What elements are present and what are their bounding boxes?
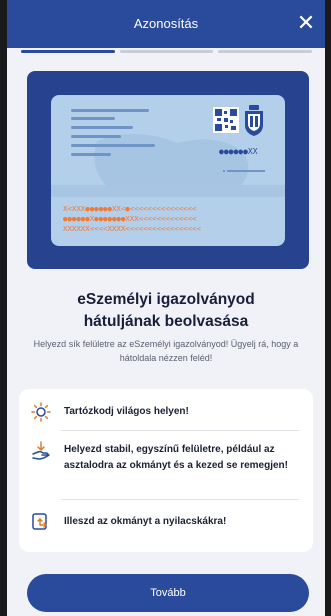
tip-text: Illeszd az okmányt a nyilacskákra! xyxy=(64,516,227,527)
mrz-line: ●●●●●●X●●●●●●●XXX<<<<<<<<<<<<< xyxy=(63,214,197,223)
tip-text: Helyezd stabil, egyszínű felületre, péld… xyxy=(64,444,288,471)
sun-icon xyxy=(31,402,51,422)
tip-item: Tartózkodj világos helyen! xyxy=(19,400,313,424)
card-text-line xyxy=(71,109,149,112)
card-dots xyxy=(227,170,265,172)
tip-item: Illeszd az okmányt a nyilacskákra! xyxy=(19,507,313,533)
divider xyxy=(61,430,299,431)
close-icon: ✕ xyxy=(296,10,316,35)
mrz-line: XXXXXX<<<<XXXX<<<<<<<<<<<<<<<<< xyxy=(63,224,201,233)
id-card-back-image: ●●●●●●XX X<XXX●●●●●●XX<●<<<<<<<<<<<<<<< … xyxy=(51,95,285,246)
card-text-line xyxy=(71,144,155,147)
card-text-line xyxy=(71,117,115,120)
progress-step-3 xyxy=(218,50,312,53)
card-number: ●●●●●●XX xyxy=(219,147,258,156)
progress-step-2 xyxy=(120,50,213,53)
heading-line-1: eSzemélyi igazolványod xyxy=(77,291,255,308)
phone-screen: Azonosítás ✕ ●●●●●●XX X<XXX●●●●●●XX<●<<<… xyxy=(7,0,325,616)
mrz-line: X<XXX●●●●●●XX<●<<<<<<<<<<<<<<< xyxy=(63,204,197,213)
hand-placing-icon xyxy=(31,441,51,461)
card-text-line xyxy=(71,126,133,129)
tip-item: Helyezd stabil, egyszínű felületre, péld… xyxy=(19,439,313,495)
page-heading: eSzemélyi igazolványod hátuljának beolva… xyxy=(7,289,325,333)
progress-step-1 xyxy=(21,50,115,53)
card-text-line xyxy=(71,153,111,156)
page-title: Azonosítás xyxy=(133,16,199,31)
step-progress xyxy=(7,48,325,54)
id-card-illustration: ●●●●●●XX X<XXX●●●●●●XX<●<<<<<<<<<<<<<<< … xyxy=(27,71,309,269)
tips-card: Tartózkodj világos helyen! Helyezd stabi… xyxy=(19,389,313,552)
divider xyxy=(61,499,299,500)
card-text-line xyxy=(71,135,121,138)
qr-code-icon xyxy=(213,107,239,133)
next-button[interactable]: Tovább xyxy=(27,574,309,612)
card-band xyxy=(51,185,285,197)
header-bar: Azonosítás ✕ xyxy=(7,0,325,48)
document-arrow-icon xyxy=(31,511,51,531)
tip-text: Tartózkodj világos helyen! xyxy=(64,406,189,417)
instruction-text: Helyezd sík felületre az eSzemélyi igazo… xyxy=(33,339,299,363)
close-button[interactable]: ✕ xyxy=(293,10,319,36)
heading-line-2: hátuljának beolvasása xyxy=(83,313,249,330)
